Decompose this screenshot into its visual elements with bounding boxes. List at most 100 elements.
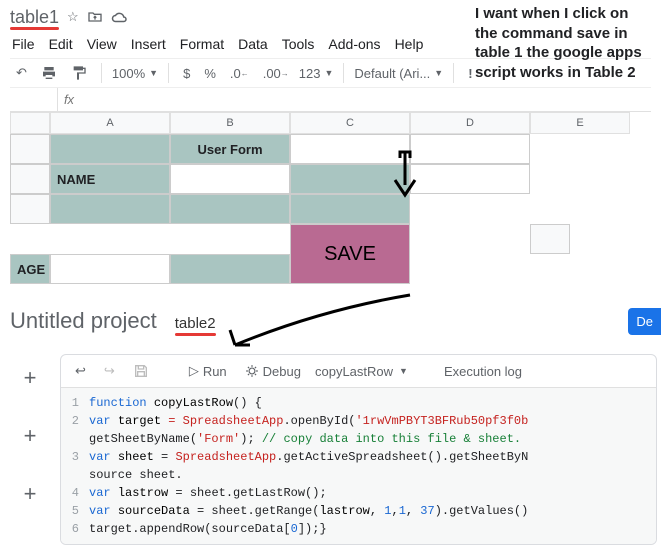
apps-script-app: Untitled project table2 De + + + ↩ ↪ ▷ R… <box>0 308 661 545</box>
caret-down-icon: ▼ <box>434 68 443 78</box>
add-library-button[interactable]: + <box>16 422 44 450</box>
arrow-down-annotation <box>390 150 420 200</box>
caret-down-icon: ▼ <box>399 366 408 376</box>
col-header-c[interactable]: C <box>290 112 410 134</box>
print-button[interactable] <box>37 63 61 83</box>
corner-cell[interactable] <box>10 112 50 134</box>
run-label: Run <box>203 364 227 379</box>
cloud-icon[interactable] <box>111 10 129 24</box>
cell[interactable] <box>530 134 630 164</box>
cell[interactable] <box>410 134 530 164</box>
menu-addons[interactable]: Add-ons <box>328 36 380 52</box>
cell[interactable] <box>50 194 170 224</box>
menu-help[interactable]: Help <box>395 36 424 52</box>
cell[interactable] <box>410 164 530 194</box>
add-service-button[interactable]: + <box>16 480 44 508</box>
line-number: 1 <box>61 394 89 412</box>
line-number <box>61 466 89 484</box>
col-header-e[interactable]: E <box>530 112 630 134</box>
line-number: 4 <box>61 484 89 502</box>
paint-format-button[interactable] <box>67 63 91 83</box>
red-underline <box>175 333 216 336</box>
script-header: Untitled project table2 De <box>0 308 661 334</box>
undo-button[interactable]: ↩ <box>71 361 90 381</box>
editor-toolbar: ↩ ↪ ▷ Run Debug copyLastRow ▼ Execution l… <box>61 355 656 388</box>
font-value: Default (Ari... <box>354 66 430 81</box>
line-number <box>61 430 89 448</box>
script-body: + + + ↩ ↪ ▷ Run Debug copyLastRow ▼ Execu… <box>0 354 661 545</box>
add-file-button[interactable]: + <box>16 364 44 392</box>
save-button[interactable] <box>129 361 153 381</box>
menu-insert[interactable]: Insert <box>131 36 166 52</box>
line-number: 5 <box>61 502 89 520</box>
cell[interactable] <box>50 134 170 164</box>
menu-view[interactable]: View <box>87 36 117 52</box>
cell[interactable] <box>170 194 290 224</box>
row-header[interactable] <box>10 164 50 194</box>
increase-decimal-button[interactable]: .00→ <box>259 64 293 83</box>
currency-button[interactable]: $ <box>179 64 194 83</box>
red-underline <box>10 27 59 30</box>
function-name: copyLastRow <box>315 364 393 379</box>
separator <box>168 63 169 83</box>
format-select[interactable]: 123 ▼ <box>299 66 334 81</box>
name-input-cell[interactable] <box>170 164 290 194</box>
save-button[interactable]: SAVE <box>290 224 410 284</box>
formula-row: fx <box>10 88 651 112</box>
execution-log-button[interactable]: Execution log <box>440 362 526 381</box>
left-rail: + + + <box>0 354 60 545</box>
col-header-b[interactable]: B <box>170 112 290 134</box>
line-number: 3 <box>61 448 89 466</box>
document-title-text: table1 <box>10 7 59 27</box>
percent-button[interactable]: % <box>200 64 220 83</box>
form-title-cell[interactable]: User Form <box>170 134 290 164</box>
annotation-text: I want when I click on the command save … <box>475 4 655 82</box>
age-label-cell[interactable]: AGE <box>10 254 50 284</box>
project-title[interactable]: Untitled project <box>10 308 157 334</box>
menu-tools[interactable]: Tools <box>282 36 315 52</box>
star-icon[interactable]: ☆ <box>67 9 79 25</box>
col-header-d[interactable]: D <box>410 112 530 134</box>
script-tab[interactable]: table2 <box>175 315 216 332</box>
script-tab-label: table2 <box>175 315 216 332</box>
move-folder-icon[interactable] <box>87 9 103 25</box>
formula-input[interactable] <box>80 88 651 111</box>
undo-button[interactable]: ↶ <box>12 63 31 83</box>
zoom-select[interactable]: 100% ▼ <box>112 66 158 81</box>
fx-label: fx <box>58 92 80 107</box>
row-header[interactable] <box>10 194 50 224</box>
zoom-value: 100% <box>112 66 145 81</box>
menu-format[interactable]: Format <box>180 36 224 52</box>
debug-button[interactable]: Debug <box>241 362 305 381</box>
font-select[interactable]: Default (Ari... ▼ <box>354 66 443 81</box>
editor: ↩ ↪ ▷ Run Debug copyLastRow ▼ Execution l… <box>60 354 657 545</box>
decrease-decimal-button[interactable]: .0← <box>226 64 253 83</box>
cell[interactable] <box>530 164 630 194</box>
menu-data[interactable]: Data <box>238 36 268 52</box>
line-number: 6 <box>61 520 89 538</box>
deploy-button[interactable]: De <box>628 308 661 335</box>
cell[interactable] <box>170 254 290 284</box>
cell[interactable] <box>530 254 630 284</box>
separator <box>101 63 102 83</box>
caret-down-icon: ▼ <box>325 68 334 78</box>
redo-button[interactable]: ↪ <box>100 361 119 381</box>
line-number: 2 <box>61 412 89 430</box>
separator <box>343 63 344 83</box>
cell[interactable] <box>410 224 530 254</box>
separator <box>453 63 454 83</box>
document-title[interactable]: table1 <box>10 7 59 28</box>
name-box[interactable] <box>10 88 58 111</box>
caret-down-icon: ▼ <box>149 68 158 78</box>
age-input-cell[interactable] <box>50 254 170 284</box>
row-header[interactable] <box>10 134 50 164</box>
name-label-cell[interactable]: NAME <box>50 164 170 194</box>
function-select[interactable]: copyLastRow ▼ <box>315 364 408 379</box>
menu-edit[interactable]: Edit <box>49 36 73 52</box>
menu-file[interactable]: File <box>12 36 35 52</box>
run-button[interactable]: ▷ Run <box>185 361 231 381</box>
col-header-a[interactable]: A <box>50 112 170 134</box>
format-value: 123 <box>299 66 321 81</box>
code-editor[interactable]: 1function copyLastRow() { 2var target = … <box>61 388 656 544</box>
row-header[interactable] <box>530 224 570 254</box>
